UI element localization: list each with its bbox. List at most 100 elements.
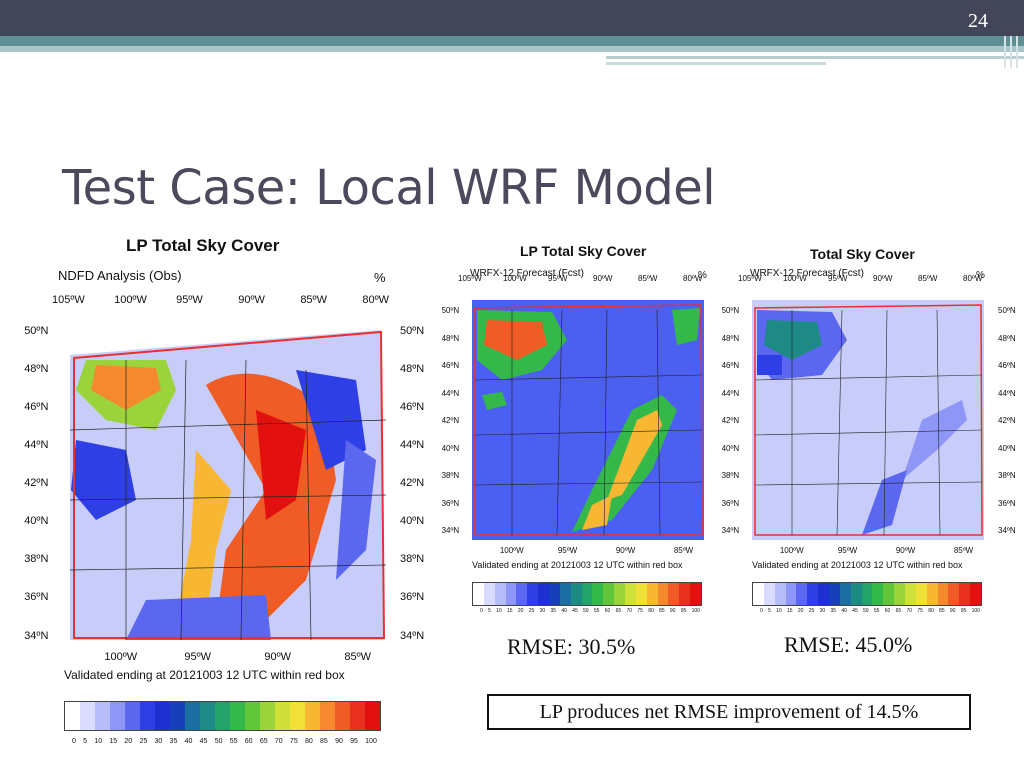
colorbar-tick-label: 60 xyxy=(604,608,611,614)
lat-label-left: 50ºN xyxy=(721,306,740,315)
colorbar-swatch xyxy=(245,702,260,730)
colorbar-swatch xyxy=(549,583,560,605)
colorbar-tick-label: 55 xyxy=(593,608,600,614)
unit-label: % xyxy=(374,270,386,285)
colorbar-swatch xyxy=(625,583,636,605)
validated-caption: Validated ending at 20121003 12 UTC with… xyxy=(472,560,683,570)
colorbar-tick-label: 30 xyxy=(819,608,826,614)
panel-title: LP Total Sky Cover xyxy=(520,243,647,259)
top-lon-label: 100ºW xyxy=(114,294,147,306)
colorbar-swatch xyxy=(516,583,528,605)
top-lon-label: 105ºW xyxy=(52,294,85,306)
colorbar-ticks: 0 5 10 15 20 25 30 35 40 45 50 55 60 65 70 75 80 85 90 95 10… xyxy=(480,608,700,614)
colorbar-swatch xyxy=(614,583,626,605)
validated-caption: Validated ending at 20121003 12 UTC with… xyxy=(752,560,963,570)
colorbar-swatch xyxy=(646,583,658,605)
top-lon-label: 90ºW xyxy=(238,294,265,306)
lat-label-right: 46ºN xyxy=(998,361,1016,370)
colorbar-swatch xyxy=(155,702,170,730)
top-lon-label: 80ºW xyxy=(683,274,703,283)
top-lon-label: 80ºW xyxy=(963,274,983,283)
colorbar-tick-label: 25 xyxy=(808,608,815,614)
colorbar-swatch xyxy=(110,702,125,730)
colorbar-swatch xyxy=(926,583,938,605)
bottom-lon-label: 100ºW xyxy=(779,546,804,555)
colorbar-tick-label: 40 xyxy=(841,608,847,614)
colorbar-swatch xyxy=(850,583,862,605)
colorbar-tick-label: 5 xyxy=(83,738,88,745)
lat-label-left: 34ºN xyxy=(721,526,740,535)
colorbar-swatch xyxy=(305,702,320,730)
colorbar-tick-label: 35 xyxy=(550,608,557,614)
top-lon-label: 80ºW xyxy=(362,294,390,306)
colorbar-swatch xyxy=(140,702,155,730)
colorbar-swatch xyxy=(679,583,691,605)
left-map-panel: LP Total Sky Cover NDFD Analysis (Obs) %… xyxy=(14,228,434,753)
colorbar-tick-label: 95 xyxy=(960,608,967,614)
colorbar-swatch xyxy=(125,702,140,730)
colorbar-tick-label: 100 xyxy=(691,608,700,614)
lat-label-right: 40ºN xyxy=(400,515,425,528)
colorbar-tick-label: 35 xyxy=(830,608,837,614)
panel-title: Total Sky Cover xyxy=(810,246,915,262)
colorbar-tick-label: 90 xyxy=(949,608,956,614)
conclusion-callout: LP produces net RMSE improvement of 14.5… xyxy=(487,694,971,730)
panel-subtitle: NDFD Analysis (Obs) xyxy=(58,268,182,283)
colorbar-tick-label: 55 xyxy=(229,738,238,745)
bottom-lon-label: 85ºW xyxy=(953,546,974,555)
lat-label-right: 50ºN xyxy=(400,324,425,337)
lat-label-left: 50ºN xyxy=(24,324,49,337)
lat-label-left: 40ºN xyxy=(24,515,49,528)
middle-sky-cover-map xyxy=(472,300,704,540)
colorbar-swatch xyxy=(948,583,960,605)
top-lon-label: 90ºW xyxy=(873,274,893,283)
colorbar-swatch xyxy=(796,583,808,605)
colorbar-tick-label: 20 xyxy=(517,608,524,614)
colorbar xyxy=(64,701,381,731)
colorbar-swatch xyxy=(65,702,80,730)
lat-label-left: 38ºN xyxy=(441,471,460,480)
colorbar-tick-label: 50 xyxy=(214,738,223,745)
lat-label-left: 34ºN xyxy=(441,526,460,535)
colorbar-swatch xyxy=(290,702,305,730)
right-map-panel: Total Sky Cover WRFX-12 Forecast (Fcst) … xyxy=(714,238,1020,614)
colorbar-tick-label: 65 xyxy=(895,608,902,614)
colorbar-swatch xyxy=(894,583,906,605)
colorbar-swatch xyxy=(818,583,830,605)
colorbar-swatch xyxy=(559,583,571,605)
lat-label-left: 48ºN xyxy=(721,333,740,343)
colorbar-swatch xyxy=(959,583,971,605)
top-lon-label: 105ºW xyxy=(458,274,482,283)
lat-label-left: 40ºN xyxy=(721,443,740,453)
slide-number: 24 xyxy=(968,10,988,32)
colorbar-tick-label: 60 xyxy=(884,608,891,614)
top-lon-label: 85ºW xyxy=(918,274,938,283)
colorbar-swatch xyxy=(494,583,506,605)
colorbar-tick-label: 35 xyxy=(169,738,178,745)
bottom-lon-label: 90ºW xyxy=(895,546,916,555)
colorbar-swatch xyxy=(230,702,245,730)
header-bar xyxy=(0,0,1024,36)
lat-label-left: 48ºN xyxy=(441,333,460,343)
colorbar-tick-label: 10 xyxy=(776,608,782,614)
lat-label-left: 44ºN xyxy=(721,388,740,398)
colorbar-tick-label: 25 xyxy=(528,608,535,614)
colorbar-tick-label: 50 xyxy=(583,608,589,614)
colorbar-tick-label: 65 xyxy=(615,608,622,614)
colorbar-tick-label: 15 xyxy=(507,608,513,614)
lat-label-right: 44ºN xyxy=(998,388,1016,398)
colorbar-tick-label: 40 xyxy=(184,738,193,745)
colorbar-swatch xyxy=(657,583,669,605)
colorbar-ticks: 0 5 10 15 20 25 30 35 40 45 50 55 60 65 70 75 80 85 90 95 10… xyxy=(72,738,377,745)
colorbar-tick-label: 5 xyxy=(488,608,491,614)
colorbar-swatch xyxy=(260,702,275,730)
colorbar-tick-label: 30 xyxy=(539,608,546,614)
lat-label-right: 38ºN xyxy=(400,553,425,566)
colorbar-tick-label: 80 xyxy=(304,738,313,745)
lat-label-left: 36ºN xyxy=(721,498,740,508)
colorbar-swatch xyxy=(505,583,517,605)
header-accent-band xyxy=(0,36,1024,46)
colorbar-swatch xyxy=(473,583,484,605)
colorbar-tick-label: 80 xyxy=(928,608,934,614)
colorbar-tick-label: 15 xyxy=(109,738,118,745)
